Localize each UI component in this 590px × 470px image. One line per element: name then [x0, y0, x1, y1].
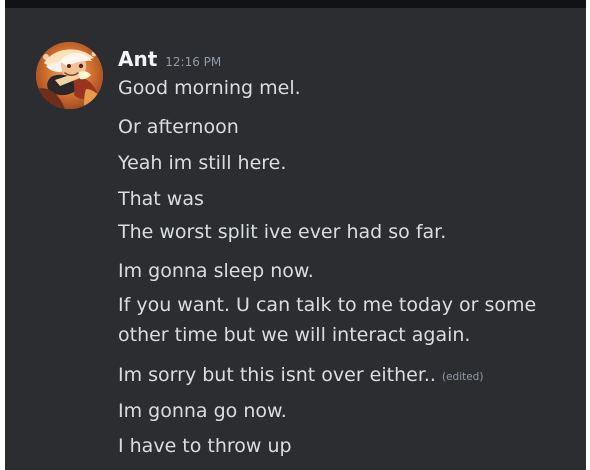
message-line: Or afternoon [118, 116, 239, 138]
timestamp[interactable]: 12:16 PM [165, 55, 221, 69]
message-line: other time but we will interact again. [118, 324, 471, 346]
user-avatar[interactable] [36, 42, 103, 109]
message-line: That was [118, 188, 204, 210]
chat-message: Ant 12:16 PM Good morning mel. Or afterno… [5, 0, 586, 470]
message-line: I have to throw up [118, 435, 292, 457]
message-header: Ant 12:16 PM [118, 47, 221, 71]
edited-label: (edited) [441, 371, 484, 383]
message-line: Im gonna go now. [118, 400, 287, 422]
message-line: If you want. U can talk to me today or s… [118, 294, 537, 316]
username[interactable]: Ant [118, 47, 157, 71]
message-line: Yeah im still here. [118, 152, 287, 174]
edited-message-line: Im sorry but this isnt over either.. (edi… [118, 361, 574, 391]
message-line: The worst split ive ever had so far. [118, 221, 447, 243]
chat-panel: Ant 12:16 PM Good morning mel. Or afterno… [5, 0, 586, 470]
message-line: Im gonna sleep now. [118, 260, 314, 282]
message-line-text: Im sorry but this isnt over either.. [118, 364, 436, 386]
anime-character-avatar-icon [36, 42, 103, 109]
message-line: Good morning mel. [118, 77, 301, 99]
screenshot-frame: Ant 12:16 PM Good morning mel. Or afterno… [0, 0, 590, 470]
